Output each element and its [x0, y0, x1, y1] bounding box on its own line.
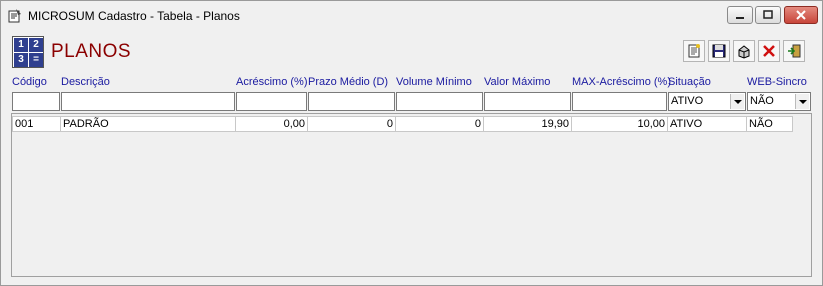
- plans-table-icon: 1 2 3 =: [12, 36, 44, 68]
- cell-volume[interactable]: 0: [396, 116, 484, 132]
- filter-web-sincro-value: NÃO: [750, 95, 774, 107]
- cell-valor[interactable]: 19,90: [484, 116, 572, 132]
- cell-situacao[interactable]: ATIVO: [668, 116, 747, 132]
- column-header-web-sincro[interactable]: WEB-Sincro: [747, 76, 807, 88]
- filter-acrescimo-input[interactable]: [236, 92, 307, 111]
- app-window: MICROSUM Cadastro - Tabela - Planos 1 2 …: [0, 0, 823, 286]
- window-title: MICROSUM Cadastro - Tabela - Planos: [28, 9, 240, 23]
- column-header-max-acrescimo[interactable]: MAX-Acréscimo (%): [572, 76, 671, 88]
- filter-max-acrescimo-input[interactable]: [572, 92, 667, 111]
- header-panel: 1 2 3 = PLANOS: [10, 34, 812, 68]
- print-button[interactable]: [733, 40, 755, 62]
- red-x-icon: [763, 45, 775, 57]
- door-exit-icon: [788, 44, 801, 58]
- cell-codigo[interactable]: 001: [12, 116, 61, 132]
- cell-descricao[interactable]: PADRÃO: [61, 116, 236, 132]
- maximize-icon: [763, 10, 773, 19]
- column-header-valor-maximo[interactable]: Valor Máximo: [484, 76, 550, 88]
- column-header-volume-minimo[interactable]: Volume Mínimo: [396, 76, 472, 88]
- column-header-situacao[interactable]: Situação: [668, 76, 711, 88]
- column-header-descricao[interactable]: Descrição: [61, 76, 110, 88]
- icon-digit: 2: [29, 38, 43, 52]
- icon-digit: 1: [14, 38, 28, 52]
- filter-web-sincro-select[interactable]: NÃO: [747, 92, 811, 111]
- filter-situacao-value: ATIVO: [671, 95, 704, 107]
- document-new-icon: [688, 44, 700, 58]
- page-title: PLANOS: [51, 41, 132, 62]
- app-icon: [8, 9, 21, 23]
- exit-button[interactable]: [783, 40, 805, 62]
- minimize-button[interactable]: [727, 6, 753, 24]
- filter-valor-input[interactable]: [484, 92, 571, 111]
- filter-volume-input[interactable]: [396, 92, 483, 111]
- filter-prazo-input[interactable]: [308, 92, 395, 111]
- chevron-down-icon[interactable]: [795, 94, 809, 109]
- column-header-prazo-medio[interactable]: Prazo Médio (D): [308, 76, 388, 88]
- icon-digit: =: [29, 53, 43, 67]
- close-icon: [796, 10, 806, 20]
- plans-grid[interactable]: 001 PADRÃO 0,00 0 0 19,90 10,00 ATIVO NÃ…: [11, 113, 812, 277]
- column-header-acrescimo[interactable]: Acréscimo (%): [236, 76, 308, 88]
- icon-digit: 3: [14, 53, 28, 67]
- maximize-button[interactable]: [755, 6, 781, 24]
- minimize-icon: [736, 17, 744, 19]
- close-button[interactable]: [784, 6, 818, 24]
- cell-acrescimo[interactable]: 0,00: [236, 116, 308, 132]
- floppy-disk-icon: [712, 44, 726, 58]
- chevron-down-icon[interactable]: [730, 94, 744, 109]
- cell-web-sincro[interactable]: NÃO: [747, 116, 793, 132]
- title-bar[interactable]: MICROSUM Cadastro - Tabela - Planos: [1, 1, 822, 30]
- column-header-codigo[interactable]: Código: [12, 76, 47, 88]
- printer-icon: [738, 45, 750, 59]
- filter-descricao-input[interactable]: [61, 92, 235, 111]
- save-button[interactable]: [708, 40, 730, 62]
- delete-button[interactable]: [758, 40, 780, 62]
- filter-codigo-input[interactable]: [12, 92, 60, 111]
- cell-max-acrescimo[interactable]: 10,00: [572, 116, 668, 132]
- new-record-button[interactable]: [683, 40, 705, 62]
- filter-situacao-select[interactable]: ATIVO: [668, 92, 746, 111]
- cell-prazo[interactable]: 0: [308, 116, 396, 132]
